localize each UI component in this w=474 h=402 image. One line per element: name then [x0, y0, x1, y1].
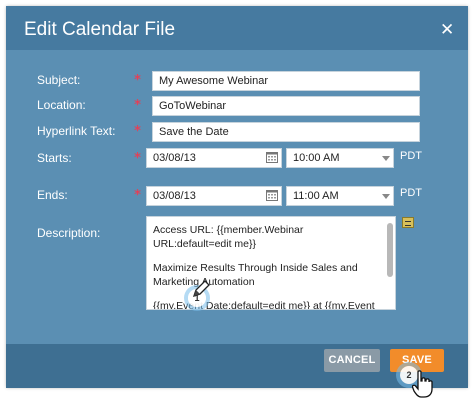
required-asterisk-icon: * — [134, 73, 141, 88]
location-label: Location: — [37, 98, 86, 112]
starts-label: Starts: — [37, 151, 72, 165]
subject-input[interactable]: My Awesome Webinar — [152, 71, 420, 91]
location-input[interactable]: GoToWebinar — [152, 96, 420, 116]
chevron-down-icon — [382, 194, 390, 199]
cancel-button[interactable]: CANCEL — [324, 349, 380, 372]
start-timezone: PDT — [400, 150, 422, 162]
end-date-input[interactable]: 03/08/13 — [146, 186, 282, 206]
scrollbar-thumb[interactable] — [387, 223, 393, 277]
close-icon[interactable]: ✕ — [440, 20, 454, 40]
required-asterisk-icon: * — [134, 151, 141, 166]
required-asterisk-icon: * — [134, 124, 141, 139]
end-time-select[interactable]: 11:00 AM — [286, 186, 394, 206]
description-line: Maximize Results Through Inside Sales an… — [153, 262, 358, 288]
start-time-select[interactable]: 10:00 AM — [286, 148, 394, 168]
end-timezone: PDT — [400, 187, 422, 199]
rich-text-editor-icon[interactable] — [402, 217, 414, 228]
description-label: Description: — [37, 226, 101, 240]
subject-label: Subject: — [37, 73, 81, 87]
pencil-icon — [192, 280, 210, 298]
calendar-icon[interactable] — [266, 190, 278, 201]
description-line: {{my.Event Date:default=edit me}} at {{m… — [153, 300, 375, 310]
description-content[interactable]: Access URL: {{member.Webinar URL:default… — [153, 223, 378, 310]
description-line: Access URL: {{member.Webinar URL:default… — [153, 224, 304, 250]
calendar-icon[interactable] — [266, 152, 278, 163]
start-date-input[interactable]: 03/08/13 — [146, 148, 282, 168]
dialog-title: Edit Calendar File — [24, 19, 176, 40]
required-asterisk-icon: * — [134, 188, 141, 203]
description-editor[interactable]: Access URL: {{member.Webinar URL:default… — [146, 216, 396, 310]
hyperlink-text-input[interactable]: Save the Date — [152, 122, 420, 142]
chevron-down-icon — [382, 156, 390, 161]
hand-cursor-icon — [412, 370, 433, 398]
dialog-header: Edit Calendar File ✕ — [6, 6, 468, 50]
ends-label: Ends: — [37, 188, 68, 202]
required-asterisk-icon: * — [134, 98, 141, 113]
hyperlink-text-label: Hyperlink Text: — [37, 124, 116, 138]
